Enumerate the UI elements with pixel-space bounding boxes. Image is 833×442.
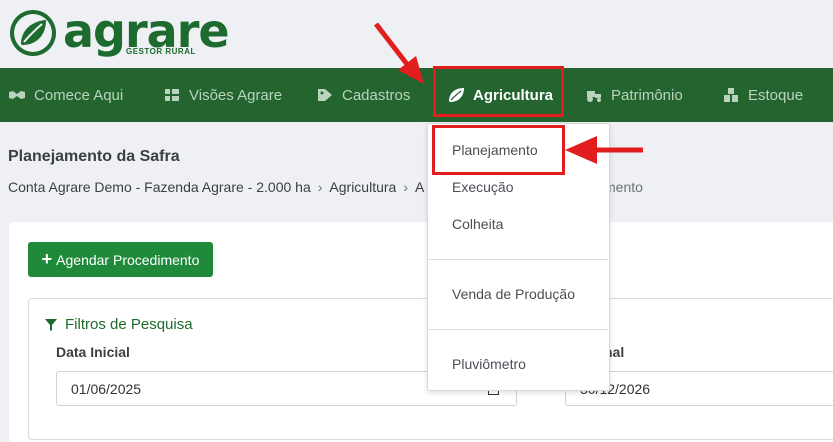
nav-label: Cadastros [342, 86, 411, 104]
annotation-arrow-down-right [374, 22, 424, 84]
plus-icon: + [41, 249, 53, 269]
breadcrumb-item[interactable]: Agricultura [329, 179, 396, 195]
handshake-icon [8, 86, 26, 104]
nav-label: Patrimônio [611, 86, 683, 104]
menu-item-pluviometro[interactable]: Pluviômetro [452, 356, 526, 372]
boxes-icon [722, 86, 740, 104]
tractor-icon [585, 86, 603, 104]
chevron-right-icon: › [317, 179, 323, 195]
leaf-logo-icon [10, 10, 56, 56]
breadcrumb-item[interactable]: A [415, 179, 424, 195]
filter-icon [45, 318, 57, 331]
menu-item-venda-de-producao[interactable]: Venda de Produção [452, 286, 575, 302]
filters-title: Filtros de Pesquisa [44, 316, 193, 333]
menu-item-colheita[interactable]: Colheita [452, 216, 503, 232]
menu-divider [428, 259, 608, 260]
start-date-value: 01/06/2025 [71, 381, 142, 397]
button-label: Agendar Procedimento [56, 251, 200, 268]
filters-title-label: Filtros de Pesquisa [65, 316, 193, 333]
nav-label: Visões Agrare [189, 86, 283, 104]
highlight-box-agricultura [433, 66, 564, 117]
annotation-arrow-left [565, 136, 643, 164]
agendar-procedimento-button[interactable]: + Agendar Procedimento [28, 242, 213, 277]
grid-icon [163, 86, 181, 104]
nav-patrimonio[interactable]: Patrimônio [585, 68, 683, 122]
menu-item-execucao[interactable]: Execução [452, 179, 513, 195]
nav-estoque[interactable]: Estoque [722, 68, 803, 122]
nav-label: Estoque [748, 86, 804, 104]
chevron-right-icon: › [403, 179, 408, 195]
menu-divider [428, 329, 608, 330]
page-title: Planejamento da Safra [8, 148, 180, 165]
start-date-label: Data Inicial [56, 344, 130, 360]
breadcrumb: Conta Agrare Demo - Fazenda Agrare - 2.0… [8, 179, 424, 195]
nav-label: Comece Aqui [34, 86, 124, 104]
tag-icon [316, 86, 334, 104]
highlight-box-planejamento [432, 125, 565, 175]
nav-comece-aqui[interactable]: Comece Aqui [8, 68, 123, 122]
nav-visoes-agrare[interactable]: Visões Agrare [163, 68, 282, 122]
brand-tagline: GESTOR RURAL [126, 47, 196, 56]
breadcrumb-item[interactable]: Conta Agrare Demo - Fazenda Agrare - 2.0… [8, 179, 311, 195]
